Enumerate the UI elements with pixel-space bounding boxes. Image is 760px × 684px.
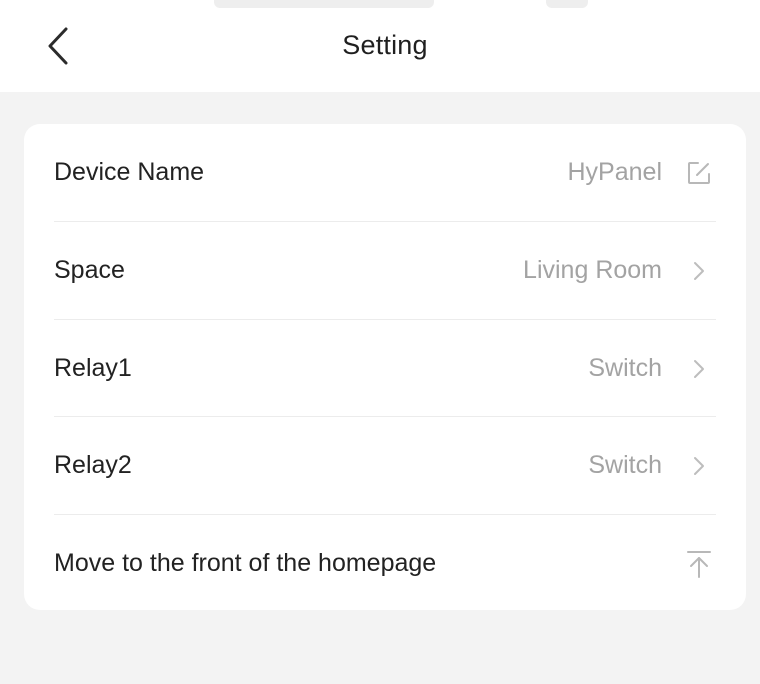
chevron-right-icon [684,354,714,384]
status-bar-remnant [214,0,434,8]
status-bar-remnant [546,0,588,8]
row-label: Space [54,256,125,284]
device-name-row[interactable]: Device Name HyPanel [24,124,746,221]
page-title: Setting [342,30,428,60]
row-value: HyPanel [567,158,663,186]
row-label: Relay2 [54,451,132,479]
relay1-row[interactable]: Relay1 Switch [24,320,746,417]
chevron-right-icon [684,451,714,481]
header-bar: Setting [0,0,760,92]
row-value: Switch [588,354,662,382]
row-value: Switch [588,451,662,479]
edit-icon[interactable] [684,158,714,188]
settings-card: Device Name HyPanel Space Living Room Re… [24,124,746,610]
space-row[interactable]: Space Living Room [24,222,746,319]
chevron-right-icon [684,256,714,286]
move-to-front-row[interactable]: Move to the front of the homepage [24,515,746,610]
move-to-top-icon[interactable] [684,549,714,579]
row-label: Device Name [54,158,205,186]
row-value: Living Room [523,256,662,284]
row-label: Move to the front of the homepage [54,549,437,577]
row-label: Relay1 [54,354,132,382]
relay2-row[interactable]: Relay2 Switch [24,417,746,514]
